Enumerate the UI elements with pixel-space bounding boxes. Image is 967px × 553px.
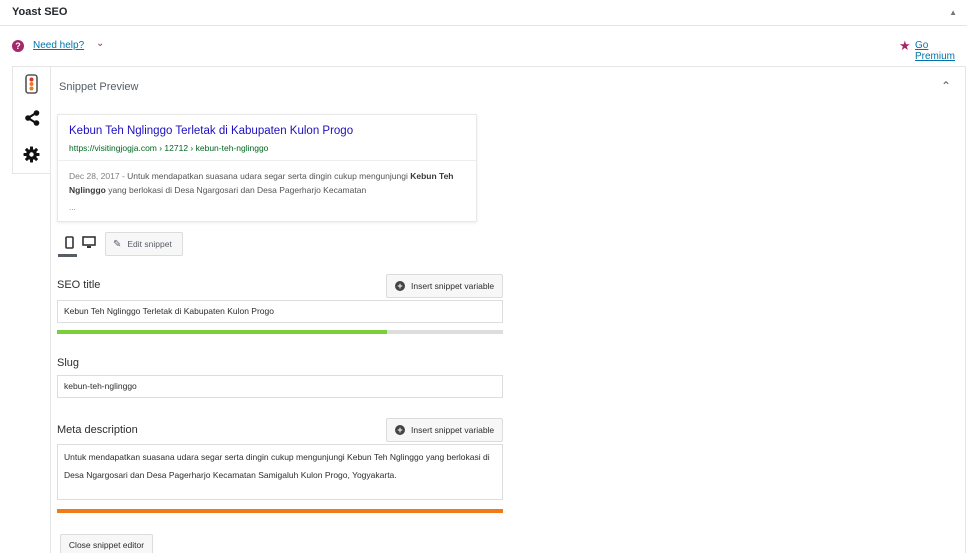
help-row: ? Need help? ⌄ ★ Go Premium bbox=[0, 36, 967, 62]
edit-snippet-button[interactable]: ✎ Edit snippet bbox=[105, 232, 183, 256]
meta-description-insert-variable-button[interactable]: + Insert snippet variable bbox=[386, 418, 503, 442]
snippet-panel: Snippet Preview ⌃ Kebun Teh Nglinggo Ter… bbox=[50, 66, 966, 553]
metabox-title: Yoast SEO bbox=[12, 6, 68, 18]
chevron-up-icon[interactable]: ⌃ bbox=[941, 79, 951, 93]
desktop-icon bbox=[82, 235, 96, 248]
traffic-light-icon bbox=[25, 74, 38, 94]
preview-mode-switch bbox=[57, 230, 101, 258]
metabox-header[interactable]: Yoast SEO ▲ bbox=[0, 0, 967, 26]
meta-description-progress-fill bbox=[57, 509, 503, 513]
preview-desc-part1: Untuk mendapatkan suasana udara segar se… bbox=[127, 171, 408, 181]
metabox-tabs bbox=[12, 66, 51, 174]
active-mode-indicator bbox=[58, 254, 77, 257]
seo-title-label: SEO title bbox=[57, 279, 101, 291]
panel-title: Snippet Preview bbox=[59, 81, 139, 93]
question-circle-icon: ? bbox=[12, 40, 24, 52]
preview-title[interactable]: Kebun Teh Nglinggo Terletak di Kabupaten… bbox=[69, 125, 353, 137]
preview-url[interactable]: https://visitingjogja.com › 12712 › kebu… bbox=[69, 143, 268, 153]
edit-snippet-label: Edit snippet bbox=[127, 239, 172, 249]
snippet-preview-card: Kebun Teh Nglinggo Terletak di Kabupaten… bbox=[57, 114, 477, 222]
seo-title-insert-variable-button[interactable]: + Insert snippet variable bbox=[386, 274, 503, 298]
tab-readability-seo[interactable] bbox=[13, 67, 50, 101]
tab-social[interactable] bbox=[13, 101, 50, 135]
pencil-icon: ✎ bbox=[113, 238, 122, 250]
insert-variable-label: Insert snippet variable bbox=[411, 281, 495, 291]
insert-variable-label: Insert snippet variable bbox=[411, 425, 495, 435]
preview-desc-part2: yang berlokasi di Desa Ngargosari dan De… bbox=[108, 185, 367, 195]
need-help-link[interactable]: Need help? bbox=[33, 40, 84, 51]
seo-title-input[interactable]: Kebun Teh Nglinggo Terletak di Kabupaten… bbox=[57, 300, 503, 323]
meta-description-input[interactable]: Untuk mendapatkan suasana udara segar se… bbox=[57, 444, 503, 500]
slug-label: Slug bbox=[57, 357, 80, 369]
preview-header: Kebun Teh Nglinggo Terletak di Kabupaten… bbox=[58, 115, 476, 161]
meta-description-label: Meta description bbox=[57, 424, 138, 436]
star-icon: ★ bbox=[899, 38, 911, 53]
seo-title-progress-fill bbox=[57, 330, 388, 334]
triangle-up-icon[interactable]: ▲ bbox=[949, 8, 957, 17]
mobile-icon bbox=[64, 235, 74, 249]
plus-circle-icon: + bbox=[395, 425, 405, 435]
plus-circle-icon: + bbox=[395, 281, 405, 291]
tab-advanced[interactable] bbox=[13, 137, 50, 171]
share-icon bbox=[24, 110, 39, 126]
yoast-seo-metabox: Yoast SEO ▲ ? Need help? ⌄ ★ Go Premium bbox=[0, 0, 967, 553]
close-snippet-editor-button[interactable]: Close snippet editor bbox=[60, 534, 153, 553]
mobile-preview-button[interactable] bbox=[61, 234, 77, 250]
chevron-down-icon[interactable]: ⌄ bbox=[96, 38, 104, 49]
seo-title-progress bbox=[57, 330, 503, 334]
meta-description-progress bbox=[57, 509, 503, 513]
go-premium-link[interactable]: Go Premium bbox=[915, 40, 967, 62]
slug-input[interactable]: kebun-teh-nglinggo bbox=[57, 375, 503, 398]
gear-icon bbox=[23, 146, 40, 162]
preview-date: Dec 28, 2017 bbox=[69, 171, 120, 181]
preview-ellipsis: ... bbox=[69, 203, 76, 212]
desktop-preview-button[interactable] bbox=[81, 234, 97, 250]
preview-description[interactable]: Dec 28, 2017 - Untuk mendapatkan suasana… bbox=[69, 169, 474, 197]
